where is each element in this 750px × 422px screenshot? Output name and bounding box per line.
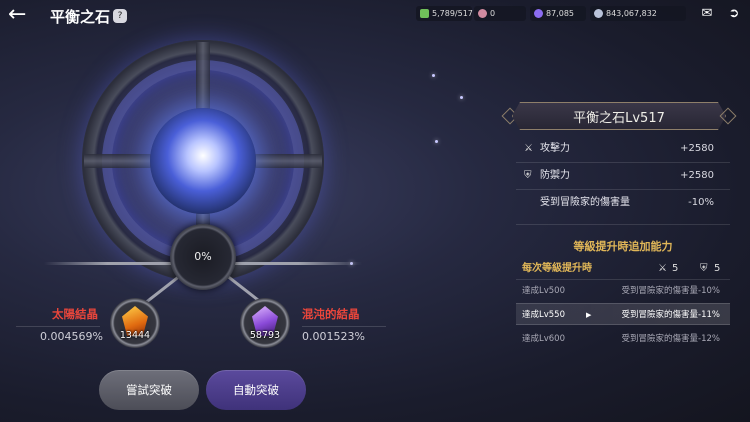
resource-orb-pink: 0 xyxy=(474,6,526,21)
sparkle xyxy=(460,96,463,99)
sword-icon: ⚔ xyxy=(658,263,667,274)
milestone-row: 達成Lv500 受到冒險家的傷害量-10% xyxy=(522,286,720,296)
resource-coin-silver: 843,067,832 xyxy=(590,6,686,21)
panel-header: 平衡之石Lv517 xyxy=(500,98,738,134)
sun-crystal-label: 太陽結晶 xyxy=(52,307,98,321)
help-icon[interactable]: ? xyxy=(113,9,127,23)
try-breakthrough-button[interactable]: 嘗試突破 xyxy=(99,370,199,410)
gem-purple-icon xyxy=(534,9,543,18)
divider xyxy=(516,162,730,163)
stat-row-defense: ⛨ 防禦力 +2580 xyxy=(516,165,730,187)
shield-icon: ⛨ xyxy=(700,263,708,274)
sun-crystal-rate: 0.004569% xyxy=(40,330,103,343)
mail-icon[interactable]: ✉ xyxy=(699,6,715,22)
milestone-row: 達成Lv600 受到冒險家的傷害量-12% xyxy=(522,334,720,344)
stat-row-attack: ⚔ 攻擊力 +2580 xyxy=(516,138,730,160)
milestone-row-current: 達成Lv550 ▶ 受到冒險家的傷害量-11% xyxy=(516,303,730,325)
progress-gauge: 0% xyxy=(170,224,236,290)
sun-crystal-slot[interactable]: 13444 xyxy=(110,298,160,348)
shield-icon: ⛨ xyxy=(524,170,532,181)
crystal-green-icon xyxy=(420,9,429,18)
chaos-crystal-slot[interactable]: 58793 xyxy=(240,298,290,348)
coin-silver-icon xyxy=(594,9,603,18)
resource-gem-purple: 87,085 xyxy=(530,6,586,21)
levelup-section-title: 等級提升時追加能力 xyxy=(573,240,673,253)
chaos-crystal-rate: 0.001523% xyxy=(302,330,365,343)
divider xyxy=(516,189,730,190)
chaos-crystal-label: 混沌的結晶 xyxy=(302,307,360,321)
resource-crystal-green: 5,789/517 xyxy=(416,6,473,21)
auto-breakthrough-button[interactable]: 自動突破 xyxy=(206,370,306,410)
stat-row-damage-taken: 受到冒險家的傷害量 -10% xyxy=(540,197,714,208)
sparkle xyxy=(432,74,435,77)
per-level-row: 每次等級提升時 ⚔ 5 ⛨ 5 xyxy=(516,260,730,278)
panel-title: 平衡之石Lv517 xyxy=(573,111,665,126)
page-title: 平衡之石 xyxy=(50,8,111,26)
stone-core xyxy=(150,108,256,214)
divider xyxy=(302,326,386,327)
back-arrow-icon[interactable]: ← xyxy=(8,4,36,28)
sword-icon: ⚔ xyxy=(524,143,533,154)
exit-icon[interactable]: ➲ xyxy=(726,6,742,22)
current-marker-icon: ▶ xyxy=(586,311,592,319)
orb-pink-icon xyxy=(478,9,487,18)
divider xyxy=(16,326,100,327)
divider xyxy=(516,224,730,225)
sparkle xyxy=(435,140,438,143)
